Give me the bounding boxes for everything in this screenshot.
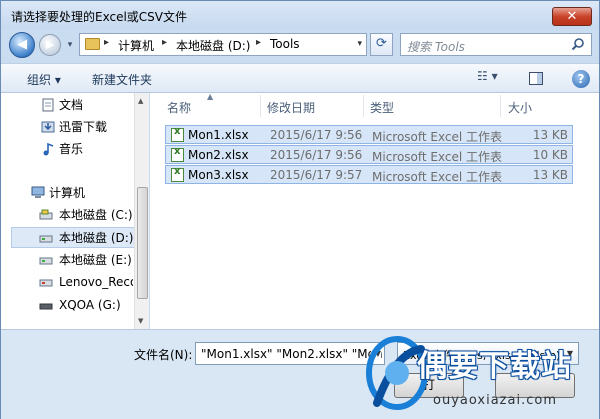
drive-lenovo-icon: [39, 279, 53, 287]
sort-ascending-icon: ▲: [207, 92, 214, 101]
file-date: 2015/6/17 9:56: [270, 128, 363, 142]
site-watermark: 偶要下载站 ouyaoxiazai.com: [363, 331, 600, 419]
sidebar-item-documents[interactable]: 文档: [59, 95, 83, 115]
file-list: 名称 ▲ 修改日期 类型 大小 Mon1.xlsx 2015/6/17 9:56…: [150, 92, 599, 329]
file-name: Mon2.xlsx: [188, 148, 249, 162]
filename-value: "Mon1.xlsx" "Mon2.xlsx" "Mon: [201, 347, 383, 361]
scroll-up-icon[interactable]: ▲: [138, 97, 143, 105]
drive-d-icon: [39, 235, 53, 243]
file-type: Microsoft Excel 工作表: [372, 130, 503, 144]
window-title: 请选择要处理的Excel或CSV文件: [11, 10, 187, 24]
sidebar-item-lenovo-recovery[interactable]: Lenovo_Reco: [59, 272, 133, 292]
recent-locations-dropdown[interactable]: ▾: [63, 38, 77, 52]
title-bar[interactable]: 请选择要处理的Excel或CSV文件 ✕: [1, 1, 599, 29]
search-icon[interactable]: [571, 37, 585, 51]
new-folder-button[interactable]: 新建文件夹: [92, 71, 152, 88]
file-type: Microsoft Excel 工作表: [372, 150, 503, 164]
back-button[interactable]: ◀: [9, 32, 35, 58]
sidebar-scrollbar[interactable]: ▲ ▼: [134, 93, 149, 329]
breadcrumb-tools[interactable]: Tools: [270, 37, 300, 51]
excel-file-icon: [171, 166, 184, 182]
sidebar-item-drive-g[interactable]: XQOA (G:): [59, 295, 121, 315]
drive-g-icon: [39, 303, 53, 310]
close-button[interactable]: ✕: [552, 7, 592, 26]
scroll-down-icon[interactable]: ▼: [138, 317, 143, 325]
excel-file-icon: [171, 126, 184, 142]
breadcrumb-separator[interactable]: ▸: [104, 37, 109, 48]
breadcrumb-separator[interactable]: ▸: [162, 37, 167, 48]
download-icon: [41, 121, 55, 133]
breadcrumb-separator[interactable]: ▸: [256, 37, 261, 48]
drive-e-icon: [39, 257, 53, 265]
sidebar-item-drive-d[interactable]: 本地磁盘 (D:): [59, 228, 133, 248]
watermark-url: ouyaoxiazai.com: [433, 393, 557, 408]
sidebar-item-computer[interactable]: 计算机: [49, 183, 85, 203]
address-bar[interactable]: ▸ 计算机 ▸ 本地磁盘 (D:) ▸ Tools ▾: [79, 33, 367, 56]
search-placeholder: 搜索 Tools: [407, 40, 465, 54]
file-size: 10 KB: [532, 148, 568, 162]
file-row[interactable]: Mon2.xlsx 2015/6/17 9:56 Microsoft Excel…: [165, 145, 573, 164]
forward-button[interactable]: ▶: [39, 34, 61, 56]
music-icon: [43, 142, 54, 156]
breadcrumb-computer[interactable]: 计算机: [118, 37, 154, 54]
column-header-size[interactable]: 大小: [508, 99, 532, 116]
organize-button[interactable]: 组织 ▾: [27, 71, 61, 88]
document-icon: [42, 98, 54, 112]
view-options-icon[interactable]: ☷ ▾: [477, 69, 498, 83]
filename-field[interactable]: "Mon1.xlsx" "Mon2.xlsx" "Mon ▼: [195, 342, 385, 365]
excel-file-icon: [171, 146, 184, 162]
file-size: 13 KB: [532, 128, 568, 142]
file-date: 2015/6/17 9:56: [270, 148, 363, 162]
sidebar-item-drive-e[interactable]: 本地磁盘 (E:): [59, 250, 132, 270]
file-row[interactable]: Mon1.xlsx 2015/6/17 9:56 Microsoft Excel…: [165, 125, 573, 144]
command-toolbar: 组织 ▾ 新建文件夹 ☷ ▾ ?: [1, 63, 599, 93]
file-row[interactable]: Mon3.xlsx 2015/6/17 9:57 Microsoft Excel…: [165, 165, 573, 184]
navigation-pane: 文档 迅雷下载 音乐 计算机 本地磁盘 (C:) 本地磁盘 (D:) 本地磁盘 …: [1, 93, 149, 329]
column-header-date[interactable]: 修改日期: [267, 99, 315, 116]
watermark-title: 偶要下载站: [417, 349, 572, 384]
file-name: Mon1.xlsx: [188, 128, 249, 142]
column-header-name[interactable]: 名称: [167, 99, 191, 116]
column-divider[interactable]: [500, 95, 501, 117]
column-divider[interactable]: [363, 95, 364, 117]
search-input[interactable]: 搜索 Tools: [400, 33, 592, 56]
help-icon[interactable]: ?: [572, 70, 590, 88]
computer-icon: [31, 186, 45, 198]
filename-label: 文件名(N):: [134, 348, 193, 362]
file-type: Microsoft Excel 工作表: [372, 170, 503, 184]
sidebar-item-music[interactable]: 音乐: [59, 139, 83, 159]
file-name: Mon3.xlsx: [188, 168, 249, 182]
address-dropdown-icon[interactable]: ▾: [357, 39, 362, 49]
preview-pane-icon[interactable]: [529, 72, 543, 85]
column-header-type[interactable]: 类型: [370, 99, 394, 116]
sidebar-item-xunlei-downloads[interactable]: 迅雷下载: [59, 117, 107, 137]
file-date: 2015/6/17 9:57: [270, 168, 363, 182]
folder-icon: [85, 38, 100, 50]
scrollbar-thumb[interactable]: [137, 187, 148, 299]
file-open-dialog: 请选择要处理的Excel或CSV文件 ✕ ◀ ▶ ▾ ▸ 计算机 ▸ 本地磁盘 …: [0, 0, 600, 419]
column-divider[interactable]: [260, 95, 261, 117]
sidebar-item-drive-c[interactable]: 本地磁盘 (C:): [59, 205, 133, 225]
drive-c-icon: [39, 209, 53, 220]
refresh-button[interactable]: ⟳: [370, 33, 393, 56]
breadcrumb-drive-d[interactable]: 本地磁盘 (D:): [176, 37, 250, 54]
file-size: 13 KB: [532, 168, 568, 182]
